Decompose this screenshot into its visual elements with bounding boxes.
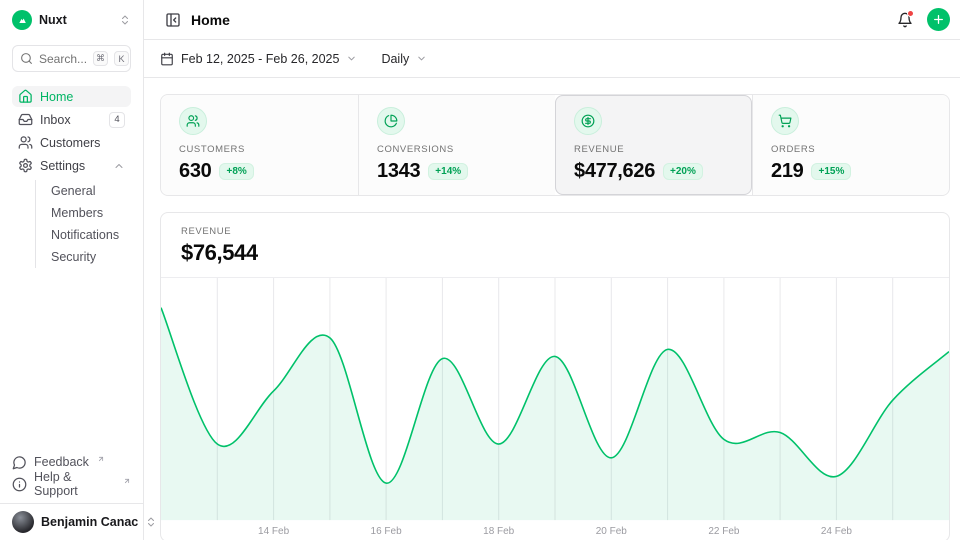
help-support-link[interactable]: Help & Support (12, 473, 131, 495)
kbd-key: K (114, 51, 129, 66)
stat-value: $477,626 (574, 160, 655, 183)
users-icon (179, 107, 207, 135)
footer-item-label: Feedback (34, 455, 89, 469)
page-title: Home (191, 12, 230, 28)
svg-text:22 Feb: 22 Feb (708, 526, 740, 537)
main-area: Home Feb 12, 2025 - Feb 26, 2025 (144, 0, 960, 540)
search-placeholder: Search... (39, 52, 87, 66)
sidebar-item-label: Home (40, 90, 73, 104)
search-input[interactable]: Search... ⌘ K (12, 45, 131, 72)
shopping-cart-icon (771, 107, 799, 135)
stat-card-orders[interactable]: Orders 219 +15% (752, 95, 949, 195)
workspace-name: Nuxt (39, 13, 67, 27)
sidebar-item-customers[interactable]: Customers (12, 132, 131, 153)
search-icon (20, 52, 33, 65)
sidebar: Nuxt Search... ⌘ K Home (0, 0, 144, 540)
external-link-icon (123, 477, 131, 485)
stat-change-badge: +15% (811, 163, 851, 180)
date-range-label: Feb 12, 2025 - Feb 26, 2025 (181, 52, 339, 66)
chart-metric-label: Revenue (181, 226, 929, 237)
sidebar-item-label: Inbox (40, 113, 71, 127)
plus-icon (932, 13, 945, 26)
external-link-icon (97, 455, 105, 463)
user-avatar (12, 511, 34, 533)
sidebar-subitem-members[interactable]: Members (51, 202, 119, 224)
gear-icon (18, 158, 33, 173)
stat-card-conversions[interactable]: Conversions 1343 +14% (358, 95, 555, 195)
top-header: Home (144, 0, 960, 40)
dollar-circle-icon (574, 107, 602, 135)
chart-header: Revenue $76,544 (161, 213, 949, 278)
revenue-chart-panel: Revenue $76,544 14 Feb 16 Feb 18 Feb 20 Feb… (160, 212, 950, 540)
chevron-down-icon (346, 53, 357, 64)
subitem-label: Notifications (51, 228, 119, 242)
revenue-area-chart[interactable]: 14 Feb 16 Feb 18 Feb 20 Feb 22 Feb 24 Feb (161, 278, 949, 540)
subitem-label: General (51, 184, 95, 198)
stat-value: 219 (771, 160, 803, 183)
kbd-meta: ⌘ (93, 51, 108, 66)
sidebar-footer: Feedback Help & Support (0, 445, 143, 503)
sidebar-item-label: Customers (40, 136, 100, 150)
header-actions (897, 8, 950, 31)
user-name: Benjamin Canac (41, 515, 138, 529)
period-label: Daily (381, 52, 409, 66)
workspace-switcher[interactable]: Nuxt (0, 0, 143, 36)
stat-value: 1343 (377, 160, 420, 183)
home-icon (18, 89, 33, 104)
stat-change-badge: +8% (219, 163, 253, 180)
svg-text:14 Feb: 14 Feb (258, 526, 290, 537)
dashboard-app: Nuxt Search... ⌘ K Home (0, 0, 960, 540)
info-circle-icon (12, 477, 27, 492)
settings-subnav: General Members Notifications Security (35, 180, 119, 268)
dashboard-content: Customers 630 +8% Conversions 1343 +14% (144, 78, 960, 540)
date-range-picker[interactable]: Feb 12, 2025 - Feb 26, 2025 (160, 52, 357, 66)
users-icon (18, 135, 33, 150)
user-menu[interactable]: Benjamin Canac (0, 503, 143, 540)
stat-change-badge: +20% (663, 163, 703, 180)
subitem-label: Security (51, 250, 96, 264)
chart-metric-value: $76,544 (181, 240, 929, 266)
stat-card-revenue[interactable]: Revenue $477,626 +20% (555, 95, 752, 195)
chevron-up-icon (113, 160, 125, 172)
stat-label: Revenue (574, 144, 734, 155)
period-select[interactable]: Daily (381, 52, 427, 66)
sidebar-item-settings[interactable]: Settings (12, 155, 131, 176)
nuxt-logo-icon (12, 10, 32, 30)
footer-item-label: Help & Support (34, 470, 115, 498)
stat-label: Conversions (377, 144, 537, 155)
svg-text:18 Feb: 18 Feb (483, 526, 515, 537)
stat-change-badge: +14% (428, 163, 468, 180)
filters-toolbar: Feb 12, 2025 - Feb 26, 2025 Daily (144, 40, 960, 78)
sidebar-subitem-notifications[interactable]: Notifications (51, 224, 119, 246)
svg-text:16 Feb: 16 Feb (371, 526, 403, 537)
pie-chart-icon (377, 107, 405, 135)
chevrons-up-down-icon (119, 14, 131, 26)
stat-label: Customers (179, 144, 340, 155)
message-bubble-icon (12, 455, 27, 470)
stat-label: Orders (771, 144, 931, 155)
inbox-count-badge: 4 (109, 112, 125, 128)
collapse-sidebar-button[interactable] (165, 12, 181, 28)
calendar-icon (160, 52, 174, 66)
sidebar-item-inbox[interactable]: Inbox 4 (12, 109, 131, 130)
add-button[interactable] (927, 8, 950, 31)
sidebar-nav: Home Inbox 4 Customers Settings (0, 76, 143, 268)
notifications-button[interactable] (897, 12, 913, 28)
svg-text:24 Feb: 24 Feb (821, 526, 853, 537)
stat-card-customers[interactable]: Customers 630 +8% (161, 95, 358, 195)
unread-notification-dot (907, 10, 914, 17)
svg-text:20 Feb: 20 Feb (596, 526, 628, 537)
sidebar-item-label: Settings (40, 159, 85, 173)
sidebar-subitem-security[interactable]: Security (51, 246, 119, 268)
subitem-label: Members (51, 206, 103, 220)
inbox-icon (18, 112, 33, 127)
sidebar-subitem-general[interactable]: General (51, 180, 119, 202)
stat-value: 630 (179, 160, 211, 183)
stats-row: Customers 630 +8% Conversions 1343 +14% (160, 94, 950, 196)
chevron-down-icon (416, 53, 427, 64)
chart-area[interactable]: 14 Feb 16 Feb 18 Feb 20 Feb 22 Feb 24 Feb (161, 278, 949, 540)
sidebar-item-home[interactable]: Home (12, 86, 131, 107)
